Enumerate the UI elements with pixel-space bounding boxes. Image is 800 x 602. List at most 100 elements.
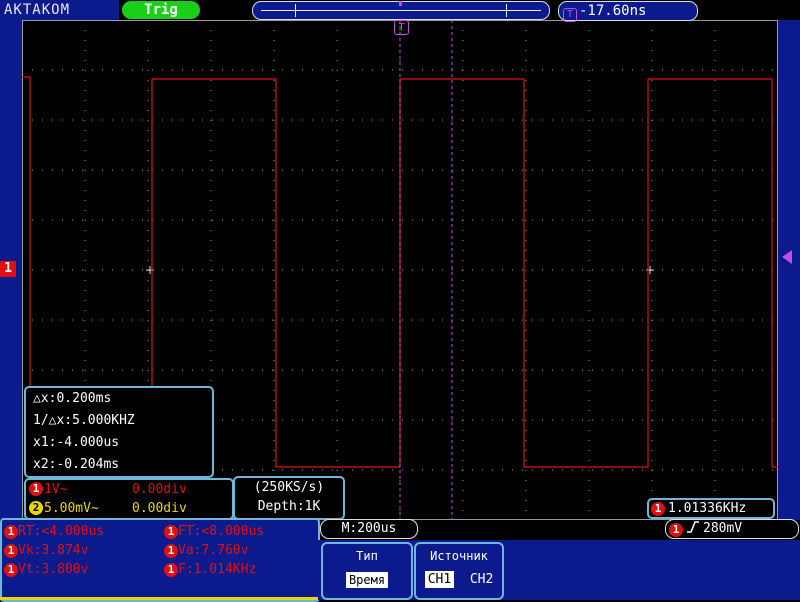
grid-dot <box>662 369 663 371</box>
grid-dot <box>172 69 173 71</box>
grid-dot <box>336 360 338 361</box>
menu-type-button[interactable]: Тип Время <box>321 542 413 600</box>
grid-dot <box>632 69 633 71</box>
menu-source-button[interactable]: Источник CH1 CH2 <box>414 542 504 600</box>
trigger-position-readout[interactable]: T -17.60ns <box>558 1 698 22</box>
grid-dot <box>492 419 493 421</box>
grid-dot <box>522 369 523 371</box>
grid-dot <box>714 340 716 341</box>
grid-dot <box>482 319 483 321</box>
grid-dot <box>392 319 393 321</box>
grid-dot <box>312 169 313 171</box>
grid-dot <box>336 150 338 151</box>
trigger-position-marker[interactable]: T <box>394 20 409 35</box>
grid-dot <box>342 219 343 221</box>
source-ch1-option[interactable]: CH1 <box>424 571 455 588</box>
grid-dot <box>147 130 149 131</box>
grid-dot <box>462 260 464 261</box>
grid-dot <box>72 169 73 171</box>
ch2-settings-row[interactable]: 2 5.00mV~ 0.00div <box>26 499 232 518</box>
grid-dot <box>632 119 633 121</box>
trigger-level-marker[interactable] <box>782 250 792 264</box>
grid-dot <box>273 330 275 331</box>
grid-dot <box>682 469 683 471</box>
grid-dot <box>612 169 613 171</box>
grid-dot <box>392 269 393 271</box>
ch1-settings-row[interactable]: 1 1V~ 0.00div <box>26 480 232 499</box>
grid-dot <box>642 269 643 271</box>
grid-dot <box>525 290 527 291</box>
grid-dot <box>102 319 103 321</box>
grid-dot <box>242 69 243 71</box>
grid-dot <box>210 180 212 181</box>
grid-dot <box>182 219 183 221</box>
grid-dot <box>392 469 393 471</box>
grid-dot <box>651 450 653 451</box>
grid-dot <box>652 319 653 321</box>
memory-position-bar[interactable] <box>252 1 550 20</box>
grid-dot <box>147 370 149 371</box>
grid-dot <box>742 69 743 71</box>
grid-dot <box>302 269 303 271</box>
grid-dot <box>714 390 716 391</box>
grid-dot <box>772 469 773 471</box>
grid-dot <box>612 69 613 71</box>
grid-dot <box>132 69 133 71</box>
grid-dot <box>532 269 533 271</box>
grid-dot <box>210 370 212 371</box>
grid-dot <box>252 469 253 471</box>
grid-dot <box>651 90 653 91</box>
source-ch2-option[interactable]: CH2 <box>470 572 493 587</box>
grid-dot <box>212 319 213 321</box>
grid-dot <box>462 480 464 481</box>
grid-dot <box>702 319 703 321</box>
grid-dot <box>714 40 716 41</box>
grid-dot <box>92 269 93 271</box>
grid-dot <box>462 400 464 401</box>
grid-dot <box>122 69 123 71</box>
grid-dot <box>352 119 353 121</box>
grid-dot <box>702 369 703 371</box>
grid-dot <box>714 200 716 201</box>
trigger-level-readout[interactable]: 1 280mV <box>665 519 799 539</box>
grid-dot <box>651 300 653 301</box>
grid-dot <box>588 230 590 231</box>
grid-dot <box>462 110 464 111</box>
grid-dot <box>322 219 323 221</box>
grid-dot <box>210 250 212 251</box>
grid-dot <box>682 169 683 171</box>
grid-dot <box>147 150 149 151</box>
grid-dot <box>52 319 53 321</box>
grid-dot <box>252 119 253 121</box>
grid-dot <box>542 119 543 121</box>
grid-dot <box>572 169 573 171</box>
grid-dot <box>612 319 613 321</box>
grid-dot <box>712 369 713 371</box>
grid-dot <box>147 60 149 61</box>
grid-dot <box>692 469 693 471</box>
grid-dot <box>122 269 123 271</box>
timebase-readout[interactable]: M:200us <box>320 519 418 539</box>
grid-dot <box>210 70 212 71</box>
grid-dot <box>147 350 149 351</box>
grid-dot <box>502 369 503 371</box>
grid-dot <box>712 269 713 271</box>
measurement-item: 1 Vk:3.874v <box>4 541 88 561</box>
grid-dot <box>352 169 353 171</box>
grid-dot <box>42 69 43 71</box>
grid-dot <box>462 150 464 151</box>
grid-dot <box>342 319 343 321</box>
grid-dot <box>588 360 590 361</box>
grid-dot <box>422 419 423 421</box>
grid-dot <box>336 350 338 351</box>
grid-dot <box>82 369 83 371</box>
grid-dot <box>382 119 383 121</box>
grid-dot <box>512 319 513 321</box>
grid-dot <box>462 290 464 291</box>
grid-dot <box>651 380 653 381</box>
grid-dot <box>662 269 663 271</box>
ch1-level-marker[interactable]: 1 <box>0 261 16 277</box>
grid-dot <box>762 69 763 71</box>
grid-dot <box>762 419 763 421</box>
grid-dot <box>210 230 212 231</box>
